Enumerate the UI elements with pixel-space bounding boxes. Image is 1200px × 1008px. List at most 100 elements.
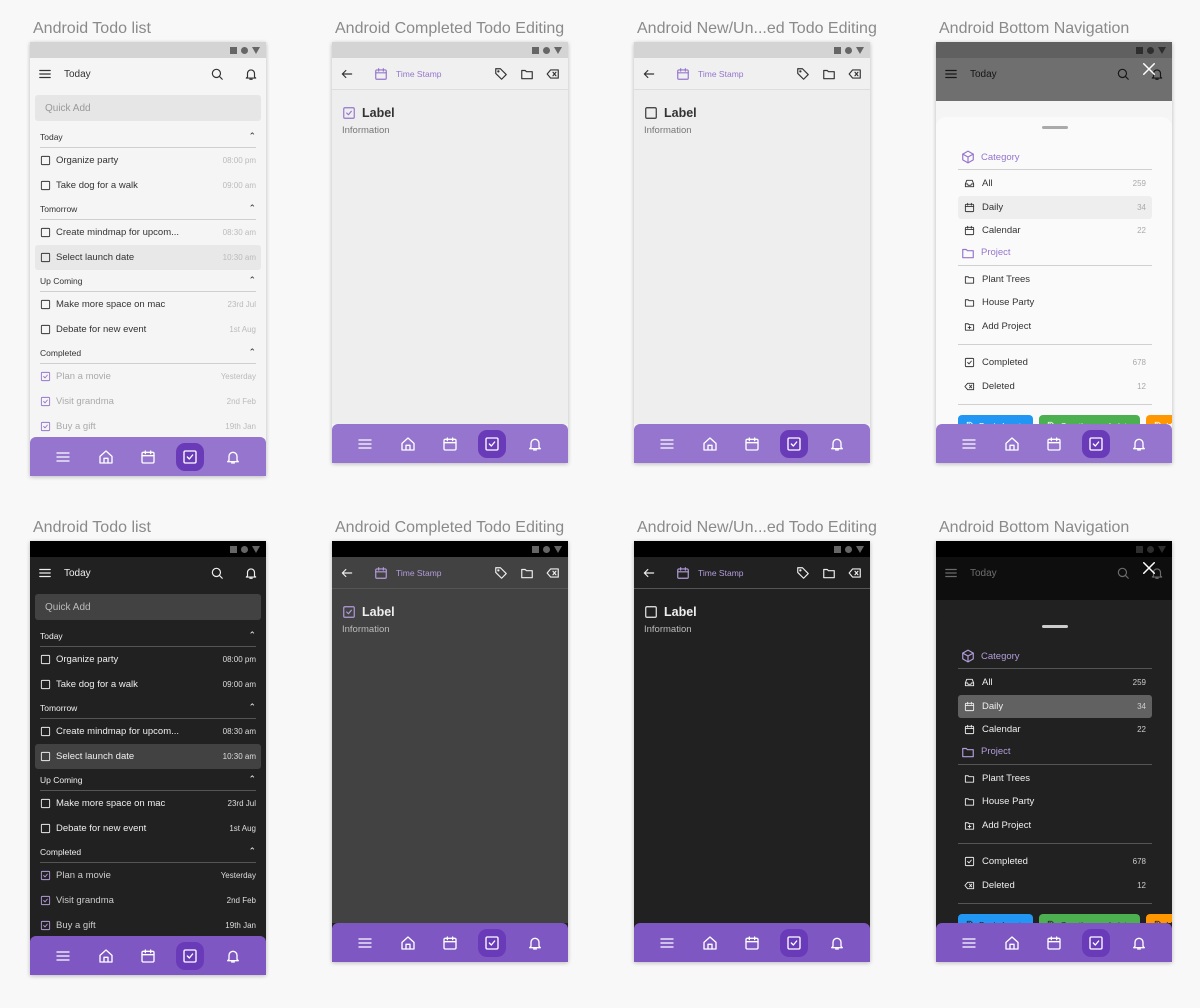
todo-label-input[interactable]: Label xyxy=(362,106,395,120)
nav-checkbox-checked-button[interactable] xyxy=(176,442,205,471)
checkbox-icon[interactable] xyxy=(40,324,51,335)
checkbox-icon[interactable] xyxy=(40,751,51,762)
project-item[interactable]: Add Project xyxy=(958,814,1152,838)
category-item[interactable]: All 259 xyxy=(958,172,1152,196)
nav-menu-button[interactable] xyxy=(653,430,681,458)
time-stamp-button[interactable]: Time Stamp xyxy=(698,568,796,578)
nav-calendar-button[interactable] xyxy=(738,430,766,458)
delete-icon[interactable] xyxy=(848,566,862,580)
tag-chip[interactable]: Basic Inputs xyxy=(958,415,1034,424)
folder-icon[interactable] xyxy=(822,67,836,81)
todo-item[interactable]: Create mindmap for upcom... 08:30 am xyxy=(35,719,261,744)
category-item[interactable]: Calendar 22 xyxy=(958,219,1152,243)
nav-home-button[interactable] xyxy=(696,430,724,458)
checkbox-icon[interactable] xyxy=(40,679,51,690)
nav-bell-button[interactable] xyxy=(219,942,247,970)
project-item[interactable]: House Party xyxy=(958,291,1152,315)
todo-item[interactable]: Take dog for a walk 09:00 am xyxy=(35,672,261,697)
nav-checkbox-checked-button[interactable] xyxy=(1082,928,1111,957)
section-header[interactable]: Tomorrow ⌃ xyxy=(40,198,256,220)
nav-home-button[interactable] xyxy=(92,942,120,970)
nav-calendar-button[interactable] xyxy=(134,942,162,970)
todo-item[interactable]: Make more space on mac 23rd Jul xyxy=(35,791,261,816)
category-item[interactable]: Calendar 22 xyxy=(958,718,1152,742)
nav-menu-button[interactable] xyxy=(49,443,77,471)
nav-menu-button[interactable] xyxy=(351,929,379,957)
todo-item[interactable]: Take dog for a walk 09:00 am xyxy=(35,173,261,198)
nav-checkbox-checked-button[interactable] xyxy=(780,928,809,957)
tag-icon[interactable] xyxy=(494,566,508,580)
calendar-icon[interactable] xyxy=(676,67,690,81)
chevron-up-icon[interactable]: ⌃ xyxy=(248,774,256,785)
tag-icon[interactable] xyxy=(796,566,810,580)
nav-bell-button[interactable] xyxy=(823,430,851,458)
todo-item[interactable]: Organize party 08:00 pm xyxy=(35,148,261,173)
nav-home-button[interactable] xyxy=(696,929,724,957)
nav-calendar-button[interactable] xyxy=(1040,430,1068,458)
nav-bell-button[interactable] xyxy=(521,430,549,458)
nav-checkbox-checked-button[interactable] xyxy=(1082,429,1111,458)
nav-calendar-button[interactable] xyxy=(738,929,766,957)
section-header[interactable]: Up Coming ⌃ xyxy=(40,270,256,292)
project-item[interactable]: Add Project xyxy=(958,315,1152,339)
chevron-up-icon[interactable]: ⌃ xyxy=(248,275,256,286)
checkbox-icon[interactable] xyxy=(40,798,51,809)
tag-chip[interactable]: Creative markeintg xyxy=(1039,914,1140,923)
nav-checkbox-checked-button[interactable] xyxy=(780,429,809,458)
chevron-up-icon[interactable]: ⌃ xyxy=(248,131,256,142)
back-arrow-icon[interactable] xyxy=(642,566,656,580)
back-arrow-icon[interactable] xyxy=(340,566,354,580)
section-header[interactable]: Completed ⌃ xyxy=(40,342,256,364)
checkbox-icon[interactable] xyxy=(40,227,51,238)
checkbox-checked-icon[interactable] xyxy=(40,895,51,906)
information-input[interactable]: Information xyxy=(332,619,568,640)
checkbox-checked-icon[interactable] xyxy=(40,920,51,931)
tag-icon[interactable] xyxy=(796,67,810,81)
quick-add-input[interactable]: Quick Add xyxy=(35,594,261,620)
todo-item[interactable]: Plan a movie Yesterday xyxy=(35,364,261,389)
checkbox-icon[interactable] xyxy=(40,654,51,665)
section-header[interactable]: Up Coming ⌃ xyxy=(40,769,256,791)
delete-icon[interactable] xyxy=(546,67,560,81)
folder-icon[interactable] xyxy=(520,566,534,580)
close-icon[interactable] xyxy=(1140,559,1158,577)
checkbox-checked-icon[interactable] xyxy=(40,396,51,407)
nav-menu-button[interactable] xyxy=(351,430,379,458)
tag-chip[interactable]: Basic Inputs xyxy=(958,914,1034,923)
section-header[interactable]: Today ⌃ xyxy=(40,625,256,647)
nav-home-button[interactable] xyxy=(394,430,422,458)
information-input[interactable]: Information xyxy=(634,619,870,640)
todo-item[interactable]: Create mindmap for upcom... 08:30 am xyxy=(35,220,261,245)
chevron-up-icon[interactable]: ⌃ xyxy=(248,846,256,857)
chevron-up-icon[interactable]: ⌃ xyxy=(248,630,256,641)
time-stamp-button[interactable]: Time Stamp xyxy=(396,568,494,578)
todo-item[interactable]: Buy a gift 19th Jan xyxy=(35,913,261,936)
information-input[interactable]: Information xyxy=(332,120,568,141)
checkbox-icon[interactable] xyxy=(644,106,658,120)
todo-item[interactable]: Make more space on mac 23rd Jul xyxy=(35,292,261,317)
checkbox-icon[interactable] xyxy=(40,726,51,737)
category-item[interactable]: Daily 34 xyxy=(958,195,1152,219)
nav-home-button[interactable] xyxy=(394,929,422,957)
nav-checkbox-checked-button[interactable] xyxy=(478,928,507,957)
chevron-up-icon[interactable]: ⌃ xyxy=(248,347,256,358)
checkbox-checked-icon[interactable] xyxy=(40,421,51,432)
todo-item[interactable]: Visit grandma 2nd Feb xyxy=(35,888,261,913)
quick-add-input[interactable]: Quick Add xyxy=(35,95,261,121)
status-item[interactable]: Completed 678 xyxy=(958,351,1152,375)
time-stamp-button[interactable]: Time Stamp xyxy=(396,69,494,79)
nav-calendar-button[interactable] xyxy=(134,443,162,471)
todo-item[interactable]: Debate for new event 1st Aug xyxy=(35,317,261,342)
checkbox-checked-icon[interactable] xyxy=(40,870,51,881)
nav-bell-button[interactable] xyxy=(521,929,549,957)
nav-calendar-button[interactable] xyxy=(436,430,464,458)
todo-label-input[interactable]: Label xyxy=(664,605,697,619)
project-item[interactable]: House Party xyxy=(958,790,1152,814)
section-header[interactable]: Today ⌃ xyxy=(40,126,256,148)
nav-calendar-button[interactable] xyxy=(436,929,464,957)
calendar-icon[interactable] xyxy=(676,566,690,580)
project-item[interactable]: Plant Trees xyxy=(958,268,1152,292)
checkbox-icon[interactable] xyxy=(40,155,51,166)
scrim[interactable] xyxy=(936,541,1172,600)
nav-bell-button[interactable] xyxy=(1125,430,1153,458)
